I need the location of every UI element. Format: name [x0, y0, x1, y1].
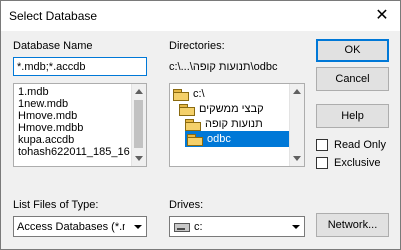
- file-type-label: List Files of Type:: [13, 199, 99, 211]
- directory-list[interactable]: c:\ קבצי ממשקים תנועות קופה odbc: [169, 83, 305, 167]
- current-path: c:\...\תנועות קופה\odbc: [169, 61, 278, 73]
- drive-value: c:: [194, 221, 203, 233]
- exclusive-checkbox[interactable]: [316, 157, 328, 169]
- directory-list-scrollbar[interactable]: [289, 84, 304, 166]
- open-folder-icon: [185, 118, 201, 131]
- directory-label: תנועות קופה: [205, 118, 263, 130]
- database-name-value: *.mdb;*.accdb: [17, 61, 86, 73]
- database-name-label: Database Name: [13, 40, 93, 52]
- file-type-select[interactable]: Access Databases (*.mdb;*.accdb): [13, 216, 147, 237]
- ok-button[interactable]: OK: [316, 39, 389, 62]
- list-item[interactable]: Hmove.mdbb: [14, 122, 146, 134]
- directory-label: קבצי ממשקים: [199, 103, 264, 115]
- file-list[interactable]: 1.mdb 1new.mdb Hmove.mdb Hmove.mdbb kupa…: [13, 83, 147, 167]
- database-name-field[interactable]: *.mdb;*.accdb: [13, 57, 147, 76]
- help-button[interactable]: Help: [316, 104, 389, 128]
- select-database-dialog: Select Database ✕ Database Name *.mdb;*.…: [0, 0, 401, 250]
- directory-item-odbc[interactable]: odbc: [185, 131, 291, 147]
- list-item[interactable]: Hmove.mdb: [14, 110, 146, 122]
- exclusive-label: Exclusive: [334, 157, 381, 169]
- directory-item-cash-transactions[interactable]: תנועות קופה: [185, 116, 263, 132]
- dropdown-arrow-icon[interactable]: [130, 217, 146, 236]
- open-folder-icon: [179, 103, 195, 116]
- file-list-scrollbar[interactable]: [131, 84, 146, 166]
- drives-select[interactable]: c:: [169, 216, 305, 237]
- drives-label: Drives:: [169, 199, 204, 211]
- cancel-button[interactable]: Cancel: [316, 67, 389, 91]
- directory-label: c:\: [193, 88, 205, 100]
- read-only-checkbox[interactable]: [316, 139, 328, 151]
- scroll-up-icon[interactable]: [135, 89, 143, 94]
- list-item[interactable]: kupa.accdb: [14, 134, 146, 146]
- close-icon[interactable]: ✕: [371, 5, 393, 27]
- open-folder-icon: [173, 88, 189, 101]
- directory-item-root[interactable]: c:\: [173, 86, 205, 102]
- directories-label: Directories:: [169, 40, 225, 52]
- scroll-thumb[interactable]: [134, 100, 143, 148]
- dropdown-arrow-icon[interactable]: [288, 217, 304, 236]
- read-only-label: Read Only: [334, 139, 386, 151]
- directory-label: odbc: [207, 133, 231, 145]
- title-bar: Select Database ✕: [1, 1, 400, 31]
- scroll-down-icon[interactable]: [135, 156, 143, 161]
- list-item[interactable]: 1.mdb: [14, 86, 146, 98]
- drive-icon: [174, 222, 190, 232]
- network-button[interactable]: Network...: [316, 213, 389, 237]
- list-item[interactable]: 1new.mdb: [14, 98, 146, 110]
- drive-value-wrap: c:: [174, 221, 203, 233]
- directory-item-interfaces[interactable]: קבצי ממשקים: [179, 101, 264, 117]
- scroll-down-icon[interactable]: [293, 156, 301, 161]
- list-item[interactable]: tohash622011_185_16: [14, 146, 146, 158]
- scroll-up-icon[interactable]: [293, 89, 301, 94]
- file-type-value: Access Databases (*.mdb;*.accdb): [17, 221, 125, 233]
- dialog-title: Select Database: [9, 9, 98, 23]
- open-folder-icon: [187, 133, 203, 146]
